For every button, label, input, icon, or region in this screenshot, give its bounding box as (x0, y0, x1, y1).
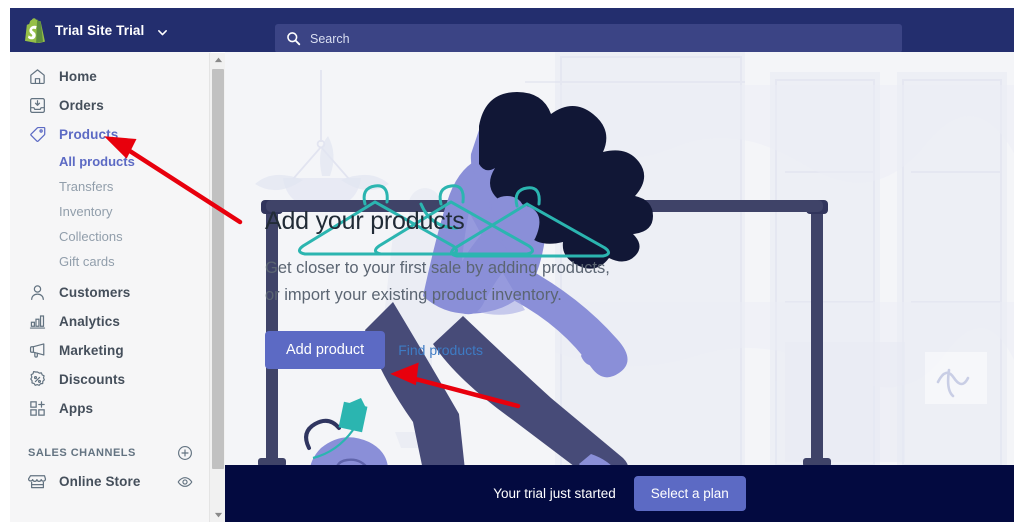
page-title: Add your products (265, 207, 465, 235)
storefront-icon (27, 472, 47, 491)
scrollbar-thumb[interactable] (212, 69, 224, 469)
sidebar-subitem-gift-cards[interactable]: Gift cards (10, 249, 211, 274)
empty-state-copy: Add your products Get closer to your fir… (265, 207, 610, 370)
add-product-button[interactable]: Add product (265, 331, 386, 370)
plus-circle-icon[interactable] (177, 445, 193, 461)
sidebar-subitem-label: Collections (59, 229, 123, 244)
search-bar[interactable]: Search (275, 24, 902, 53)
sidebar-subitem-label: All products (59, 154, 135, 169)
sidebar-item-label: Marketing (59, 343, 124, 358)
sidebar-subitem-collections[interactable]: Collections (10, 224, 211, 249)
scroll-up-arrow-icon[interactable] (210, 53, 226, 67)
sidebar-subitem-label: Gift cards (59, 254, 115, 269)
sidebar-item-label: Customers (59, 285, 131, 300)
apps-grid-plus-icon (28, 399, 47, 418)
products-tag-icon (28, 125, 47, 144)
sidebar-item-label: Discounts (59, 372, 126, 387)
sidebar-item-analytics[interactable]: Analytics (10, 307, 211, 336)
main-content: Add your products Get closer to your fir… (225, 52, 1014, 522)
sidebar-item-home[interactable]: Home (10, 62, 211, 91)
sidebar-item-orders[interactable]: Orders (10, 91, 211, 120)
search-input[interactable]: Search (310, 32, 350, 46)
sidebar-item-marketing[interactable]: Marketing (10, 336, 211, 365)
scroll-down-arrow-icon[interactable] (210, 508, 226, 522)
sidebar-subitem-inventory[interactable]: Inventory (10, 199, 211, 224)
cta-row: Add product Find products (265, 331, 610, 370)
sidebar-scrollbar[interactable] (209, 53, 225, 522)
sidebar-item-discounts[interactable]: Discounts (10, 365, 211, 394)
store-switcher[interactable]: Trial Site Trial (10, 17, 260, 43)
shopify-bag-icon (24, 17, 46, 43)
analytics-bar-chart-icon (28, 312, 47, 331)
trial-banner: Your trial just started Select a plan (225, 465, 1014, 522)
sidebar-subitem-label: Transfers (59, 179, 114, 194)
top-bar: Trial Site Trial Search (10, 8, 1014, 53)
chevron-down-icon (157, 25, 168, 36)
sidebar-item-label: Analytics (59, 314, 120, 329)
sidebar-item-label: Online Store (59, 474, 141, 489)
search-icon (286, 31, 301, 46)
sidebar-subitem-all-products[interactable]: All products (10, 149, 211, 174)
sales-channels-title: SALES CHANNELS (28, 447, 136, 459)
shopify-admin-window: Trial Site Trial Search Home Orders Prod… (0, 0, 1024, 531)
sidebar-item-label: Orders (59, 98, 104, 113)
sidebar: Home Orders Products All products Transf… (10, 52, 211, 522)
sidebar-item-label: Home (59, 69, 97, 84)
sales-channels-header: SALES CHANNELS (10, 439, 211, 467)
sidebar-subitem-label: Inventory (59, 204, 113, 219)
sidebar-subitem-transfers[interactable]: Transfers (10, 174, 211, 199)
orders-inbox-icon (28, 96, 47, 115)
discounts-percent-badge-icon (28, 370, 47, 389)
sidebar-item-products[interactable]: Products (10, 120, 211, 149)
page-description: Get closer to your first sale by adding … (265, 259, 610, 304)
eye-icon[interactable] (177, 474, 193, 490)
store-name: Trial Site Trial (55, 22, 145, 38)
trial-status-text: Your trial just started (493, 486, 616, 501)
sidebar-item-online-store[interactable]: Online Store (10, 467, 211, 496)
sidebar-item-apps[interactable]: Apps (10, 394, 211, 423)
customer-person-icon (28, 283, 47, 302)
select-a-plan-button[interactable]: Select a plan (633, 476, 746, 511)
home-icon (28, 67, 47, 86)
find-products-link[interactable]: Find products (398, 342, 483, 358)
marketing-megaphone-icon (28, 341, 47, 360)
sidebar-item-label: Apps (59, 401, 94, 416)
sidebar-item-customers[interactable]: Customers (10, 278, 211, 307)
sidebar-item-label: Products (59, 127, 119, 142)
